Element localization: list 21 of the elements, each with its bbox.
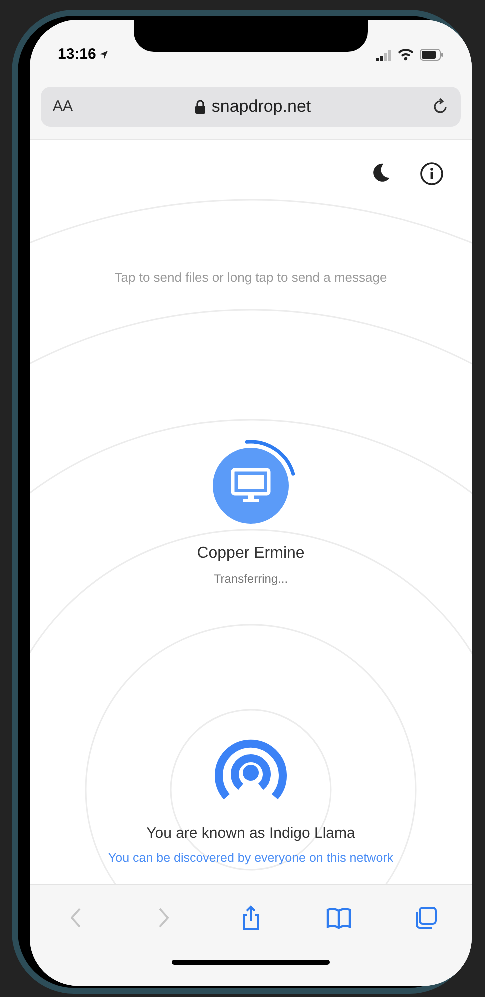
- peer-status: Transferring...: [214, 570, 288, 588]
- status-time: 13:16: [58, 44, 96, 65]
- signal-icon: [376, 50, 392, 60]
- book-icon: [326, 905, 352, 931]
- location-arrow-icon: [99, 50, 110, 60]
- forward-icon: [158, 908, 168, 928]
- monitor-icon: [230, 468, 271, 504]
- hint-text: Tap to send files or long tap to send a message: [114, 269, 388, 287]
- info-icon[interactable]: [420, 162, 444, 186]
- wifi-icon: [398, 49, 414, 61]
- battery-icon: [420, 49, 444, 61]
- lock-icon: [194, 100, 206, 114]
- url-text: snapdrop.net: [212, 96, 312, 118]
- text-size-button[interactable]: AA: [53, 96, 74, 118]
- tabs-icon: [413, 905, 439, 931]
- discoverable-text: You can be discovered by everyone on this network: [108, 850, 394, 868]
- address-bar[interactable]: AA snapdrop.net: [41, 87, 461, 127]
- peer-name: Copper Ermine: [197, 544, 305, 564]
- reload-icon[interactable]: [432, 98, 449, 116]
- device-name-text: You are known as Indigo Llama: [146, 824, 356, 844]
- back-icon: [71, 908, 81, 928]
